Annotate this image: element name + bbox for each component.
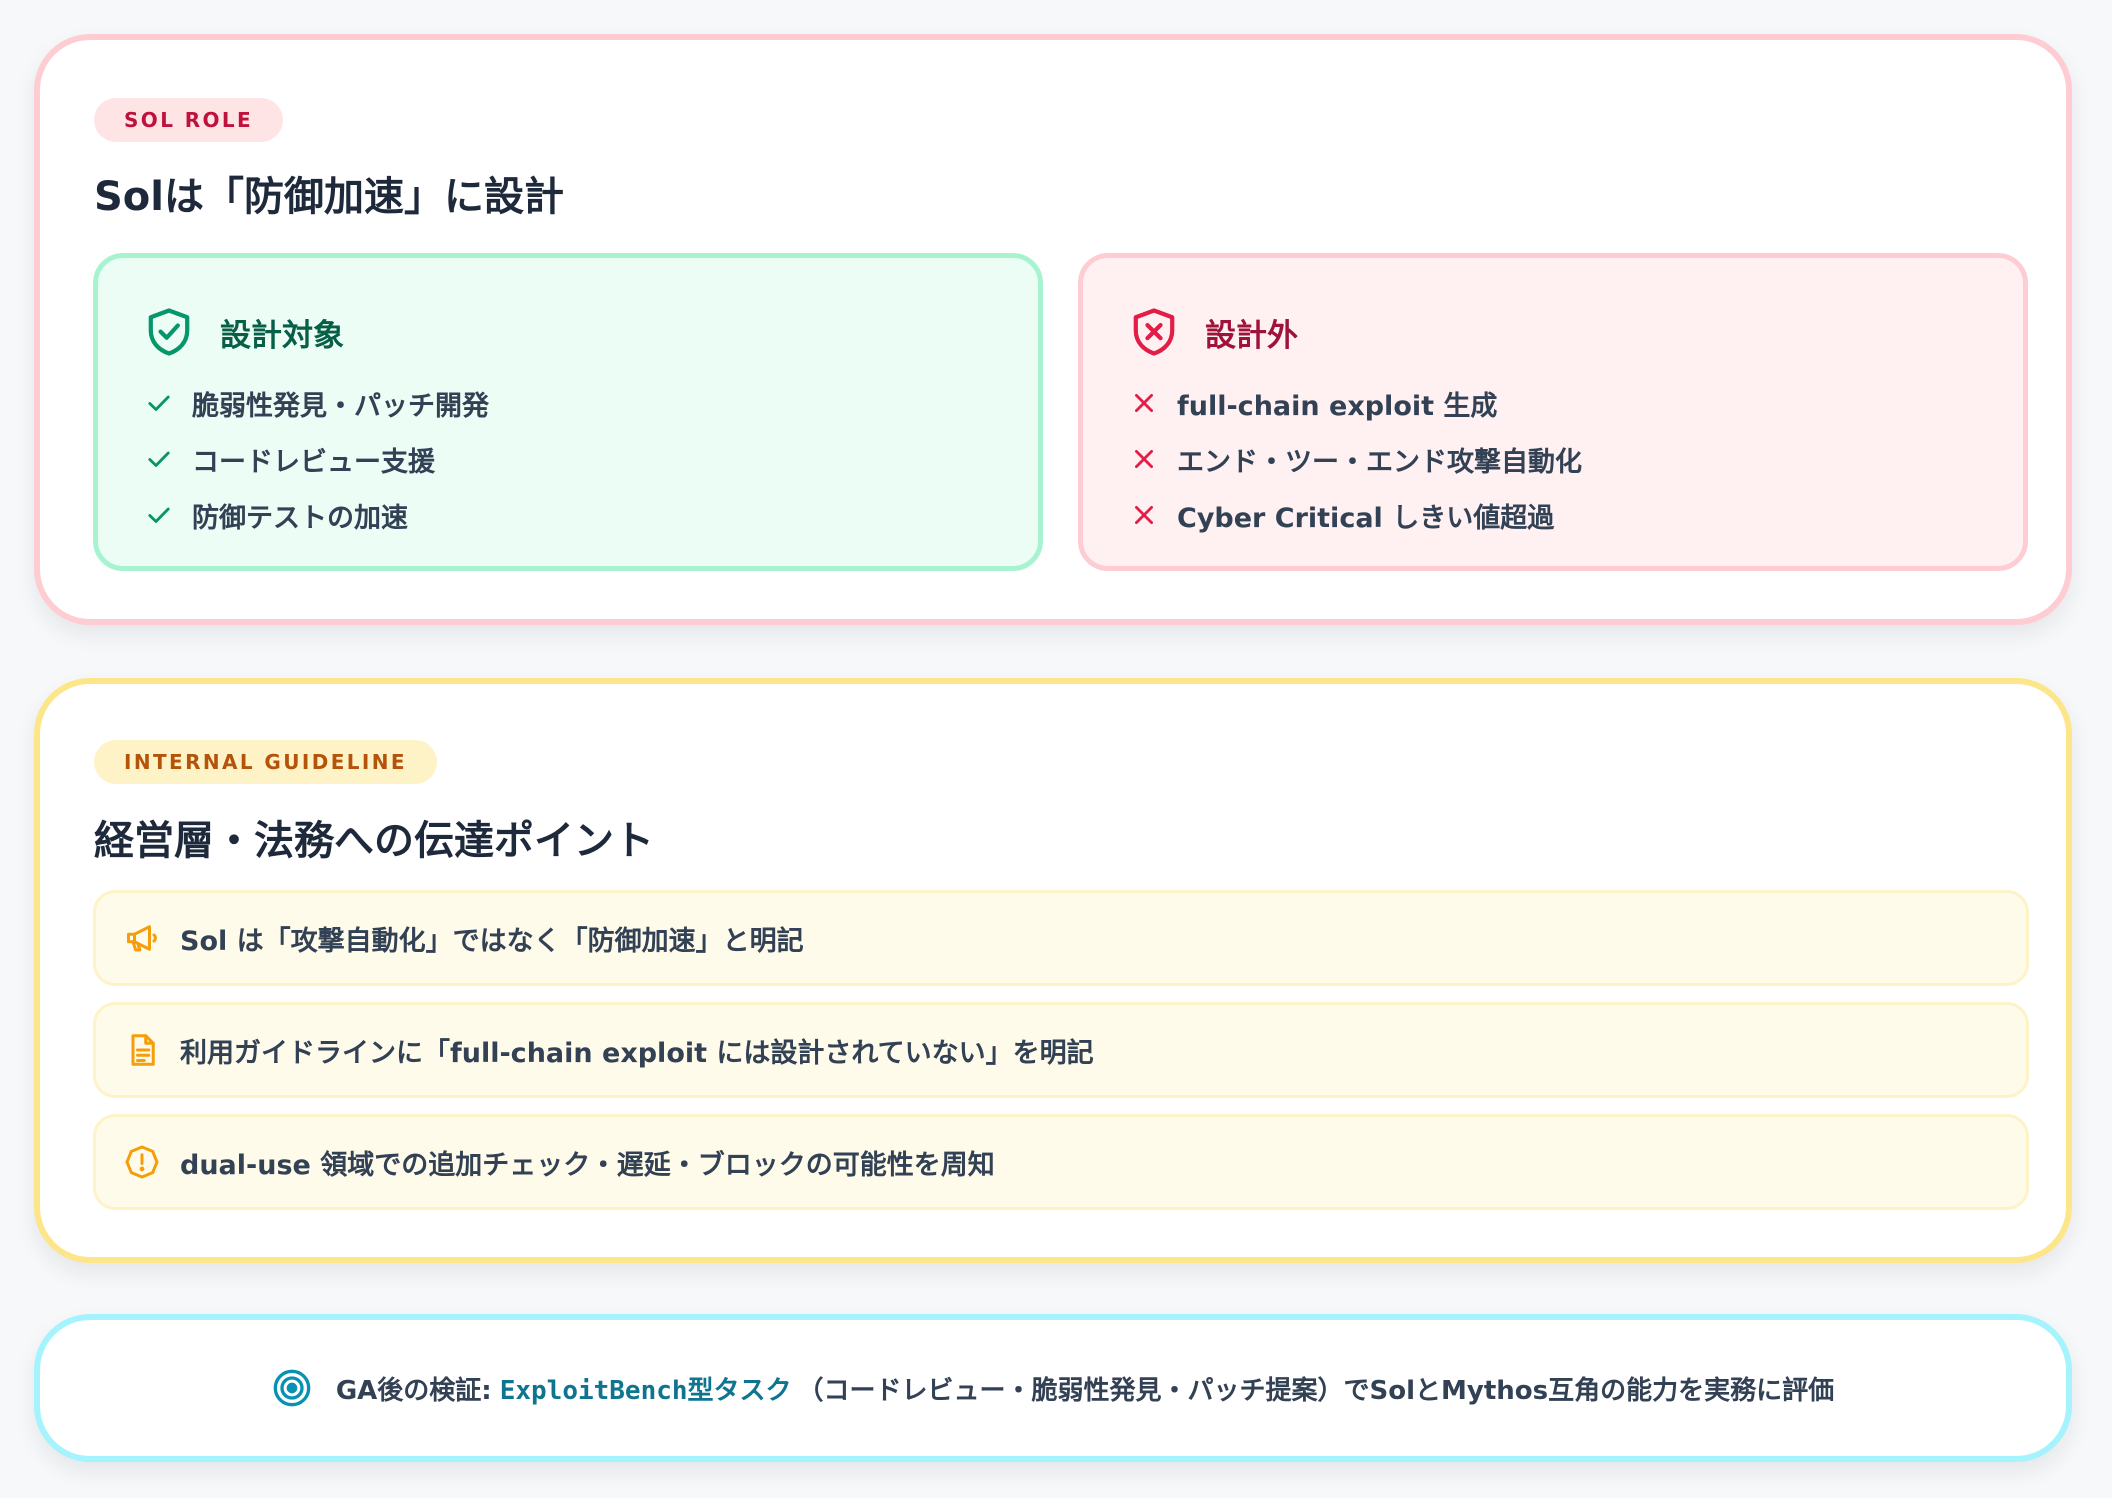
megaphone-icon [127,925,157,952]
guideline-text: Sol は「攻撃自動化」ではなく「防御加速」と明記 [180,925,804,957]
check-icon [148,507,170,523]
guideline-text: dual-use 領域での追加チェック・遅延・ブロックの可能性を周知 [180,1149,995,1181]
shield-x-icon [1133,308,1175,356]
ga-validation-line: GA後の検証: ExploitBench型タスク （コードレビュー・脆弱性発見・… [40,1320,2066,1456]
list-item: full-chain exploit 生成 [1131,375,1582,431]
list-item: エンド・ツー・エンド攻撃自動化 [1131,431,1582,487]
ga-validation-text: （コードレビュー・脆弱性発見・パッチ提案）でSolとMythos互角の能力を実務… [797,1375,1835,1406]
out-of-scope-list: full-chain exploit 生成 エンド・ツー・エンド攻撃自動化 Cy… [1131,375,1582,543]
in-scope-item-text: 防御テストの加速 [192,502,408,534]
ga-validation-accent: ExploitBench型タスク [499,1375,792,1406]
check-icon [148,451,170,467]
out-of-scope-item-text: エンド・ツー・エンド攻撃自動化 [1177,446,1582,478]
in-scope-header: 設計対象 [146,304,344,360]
out-of-scope-item-text: full-chain exploit 生成 [1177,390,1498,422]
warning-circle-icon [125,1145,159,1179]
guideline-list: Sol は「攻撃自動化」ではなく「防御加速」と明記 利用ガイドラインに「full… [93,890,2029,1226]
internal-guideline-card: INTERNAL GUIDELINE 経営層・法務への伝達ポイント Sol は「… [34,678,2072,1263]
list-item: 利用ガイドラインに「full-chain exploit には設計されていない」… [93,1002,2029,1098]
shield-check-icon [148,308,190,356]
list-item: 脆弱性発見・パッチ開発 [146,375,489,431]
out-of-scope-title: 設計外 [1205,317,1298,354]
guideline-text: 利用ガイドラインに「full-chain exploit には設計されていない」… [180,1037,1094,1069]
list-item: Cyber Critical しきい値超過 [1131,487,1582,543]
sol-role-badge: SOL ROLE [94,98,284,142]
x-icon [1135,450,1153,468]
internal-guideline-badge: INTERNAL GUIDELINE [94,740,437,784]
ga-validation-label: GA後の検証: [335,1375,492,1406]
target-icon [273,1369,311,1407]
sol-role-title: Solは「防御加速」に設計 [94,174,564,220]
sol-role-card: SOL ROLE Solは「防御加速」に設計 設計対象 脆弱性発見・パッチ開発 … [34,34,2072,625]
ga-validation-card: GA後の検証: ExploitBench型タスク （コードレビュー・脆弱性発見・… [34,1314,2072,1462]
document-icon [131,1034,155,1066]
in-scope-title: 設計対象 [220,317,344,354]
check-icon [148,395,170,411]
in-scope-item-text: 脆弱性発見・パッチ開発 [192,390,489,422]
out-of-scope-item-text: Cyber Critical しきい値超過 [1177,502,1555,534]
internal-guideline-title: 経営層・法務への伝達ポイント [94,818,654,864]
list-item: 防御テストの加速 [146,487,489,543]
out-of-scope-panel: 設計外 full-chain exploit 生成 エンド・ツー・エンド攻撃自動… [1078,253,2028,571]
list-item: Sol は「攻撃自動化」ではなく「防御加速」と明記 [93,890,2029,986]
x-icon [1135,394,1153,412]
in-scope-list: 脆弱性発見・パッチ開発 コードレビュー支援 防御テストの加速 [146,375,489,543]
x-icon [1135,506,1153,524]
list-item: コードレビュー支援 [146,431,489,487]
in-scope-panel: 設計対象 脆弱性発見・パッチ開発 コードレビュー支援 防御テストの加速 [93,253,1043,571]
list-item: dual-use 領域での追加チェック・遅延・ブロックの可能性を周知 [93,1114,2029,1210]
in-scope-item-text: コードレビュー支援 [192,446,435,478]
out-of-scope-header: 設計外 [1131,304,1298,360]
